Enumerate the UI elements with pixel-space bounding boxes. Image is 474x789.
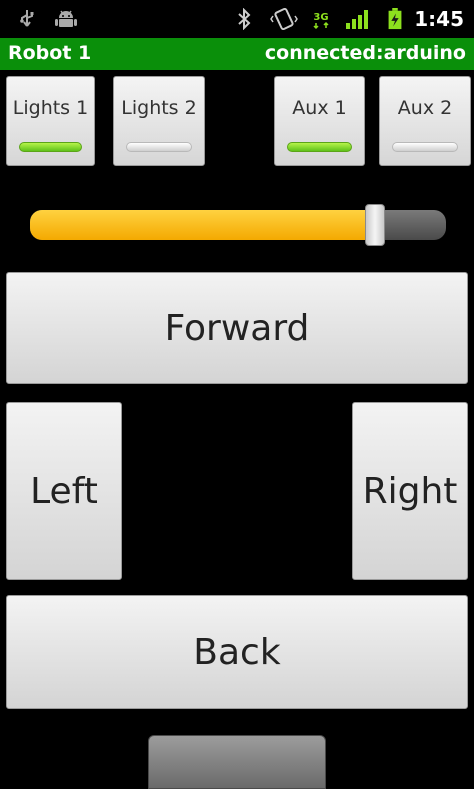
android-icon xyxy=(55,10,77,27)
toggle-lights-2[interactable]: Lights 2 xyxy=(113,76,205,166)
signal-icon xyxy=(346,10,368,29)
battery-charging-icon xyxy=(388,8,402,30)
network-type-text: 3G xyxy=(313,12,328,23)
vibrate-icon xyxy=(270,8,298,30)
toggle-indicator xyxy=(287,142,352,152)
app-title: Robot 1 xyxy=(8,42,92,64)
toggle-indicator xyxy=(19,142,82,152)
bluetooth-icon xyxy=(238,8,251,30)
network-3g-icon: 3G xyxy=(313,12,329,30)
toggle-lights-1[interactable]: Lights 1 xyxy=(6,76,95,166)
toggle-indicator xyxy=(392,142,458,152)
clock: 1:45 xyxy=(414,7,464,31)
usb-icon xyxy=(20,10,34,27)
slider-fill xyxy=(30,210,376,240)
status-bar: 3G 1:45 xyxy=(0,0,474,38)
connection-status: connected:arduino xyxy=(264,42,466,64)
toggle-aux-2[interactable]: Aux 2 xyxy=(379,76,471,166)
right-button[interactable]: Right xyxy=(352,402,468,580)
left-button[interactable]: Left xyxy=(6,402,122,580)
forward-button[interactable]: Forward xyxy=(6,272,468,384)
toggle-label: Lights 2 xyxy=(121,97,197,119)
back-button[interactable]: Back xyxy=(6,595,468,709)
toggle-label: Aux 2 xyxy=(397,97,453,119)
slider-thumb[interactable] xyxy=(365,204,386,246)
toggle-label: Aux 1 xyxy=(292,97,347,119)
speed-slider[interactable] xyxy=(30,204,446,246)
toggle-indicator xyxy=(126,142,192,152)
bottom-handle[interactable] xyxy=(148,735,326,789)
title-bar: Robot 1 connected:arduino xyxy=(0,38,474,70)
toggle-aux-1[interactable]: Aux 1 xyxy=(274,76,365,166)
toggle-label: Lights 1 xyxy=(12,97,89,119)
